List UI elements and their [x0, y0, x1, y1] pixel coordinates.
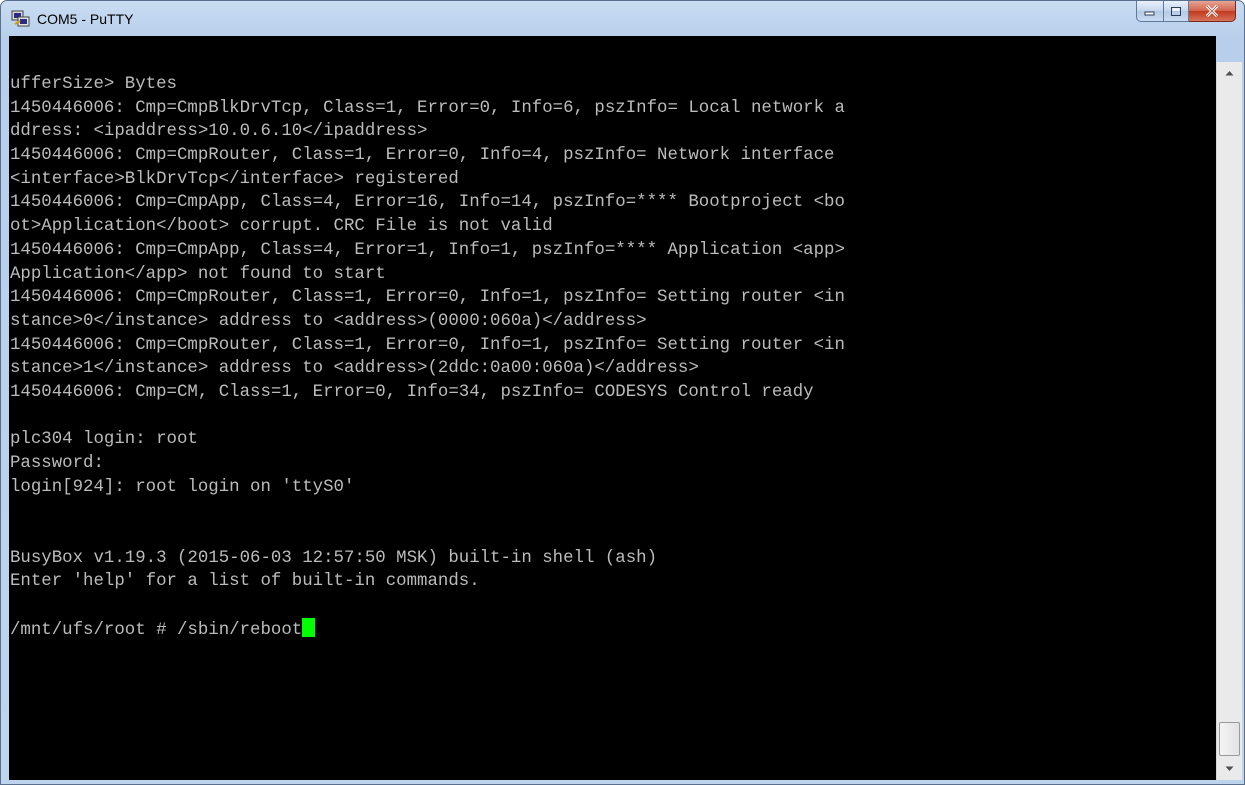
putty-app-icon[interactable] [11, 10, 31, 28]
terminal-line: 1450446006: Cmp=CmpRouter, Class=1, Erro… [10, 288, 845, 308]
close-icon [1205, 5, 1219, 17]
scroll-down-button[interactable] [1217, 758, 1242, 780]
putty-window: COM5 - PuTTY ufferSize> Bytes 1450446006… [0, 0, 1245, 785]
maximize-icon [1171, 6, 1181, 16]
vertical-scrollbar[interactable] [1216, 62, 1242, 780]
terminal-line: 1450446006: Cmp=CmpApp, Class=4, Error=1… [10, 193, 845, 213]
window-controls [1136, 1, 1236, 23]
terminal-line: ddress: <ipaddress>10.0.6.10</ipaddress> [10, 122, 428, 142]
terminal-screen[interactable]: ufferSize> Bytes 1450446006: Cmp=CmpBlkD… [9, 36, 1216, 780]
terminal-output: ufferSize> Bytes 1450446006: Cmp=CmpBlkD… [10, 73, 845, 642]
terminal-line: plc304 login: root [10, 430, 198, 450]
terminal-line: Enter 'help' for a list of built-in comm… [10, 572, 480, 592]
terminal-line: 1450446006: Cmp=CmpBlkDrvTcp, Class=1, E… [10, 98, 845, 118]
text-cursor [302, 617, 316, 637]
minimize-button[interactable] [1136, 1, 1163, 22]
terminal-line: BusyBox v1.19.3 (2015-06-03 12:57:50 MSK… [10, 548, 658, 568]
terminal-line: ufferSize> Bytes [10, 75, 177, 94]
title-bar[interactable]: COM5 - PuTTY [1, 1, 1244, 37]
terminal-line: ot>Application</boot> corrupt. CRC File … [10, 217, 553, 237]
maximize-button[interactable] [1163, 1, 1189, 22]
scroll-up-arrow-icon [1225, 71, 1234, 76]
terminal-line: <interface>BlkDrvTcp</interface> registe… [10, 169, 459, 189]
typed-command[interactable]: /sbin/reboot [177, 621, 302, 640]
terminal-line: stance>0</instance> address to <address>… [10, 311, 647, 331]
scroll-up-button[interactable] [1217, 62, 1242, 84]
scroll-down-arrow-icon [1225, 766, 1234, 771]
shell-prompt: /mnt/ufs/root # [10, 620, 177, 640]
terminal-line: Application</app> not found to start [10, 264, 386, 284]
close-button[interactable] [1189, 1, 1236, 22]
terminal-line: Password: [10, 454, 104, 473]
terminal-line: 1450446006: Cmp=CmpRouter, Class=1, Erro… [10, 146, 835, 166]
terminal-line: 1450446006: Cmp=CM, Class=1, Error=0, In… [10, 382, 814, 402]
window-title: COM5 - PuTTY [37, 11, 134, 27]
terminal-line: 1450446006: Cmp=CmpRouter, Class=1, Erro… [10, 335, 845, 355]
terminal-line: stance>1</instance> address to <address>… [10, 359, 699, 379]
minimize-icon [1144, 11, 1155, 16]
terminal-line: 1450446006: Cmp=CmpApp, Class=4, Error=1… [10, 240, 845, 260]
scroll-thumb[interactable] [1219, 722, 1240, 756]
terminal-line: login[924]: root login on 'ttyS0' [10, 477, 355, 497]
prompt-line[interactable]: /mnt/ufs/root # /sbin/reboot [10, 617, 845, 642]
